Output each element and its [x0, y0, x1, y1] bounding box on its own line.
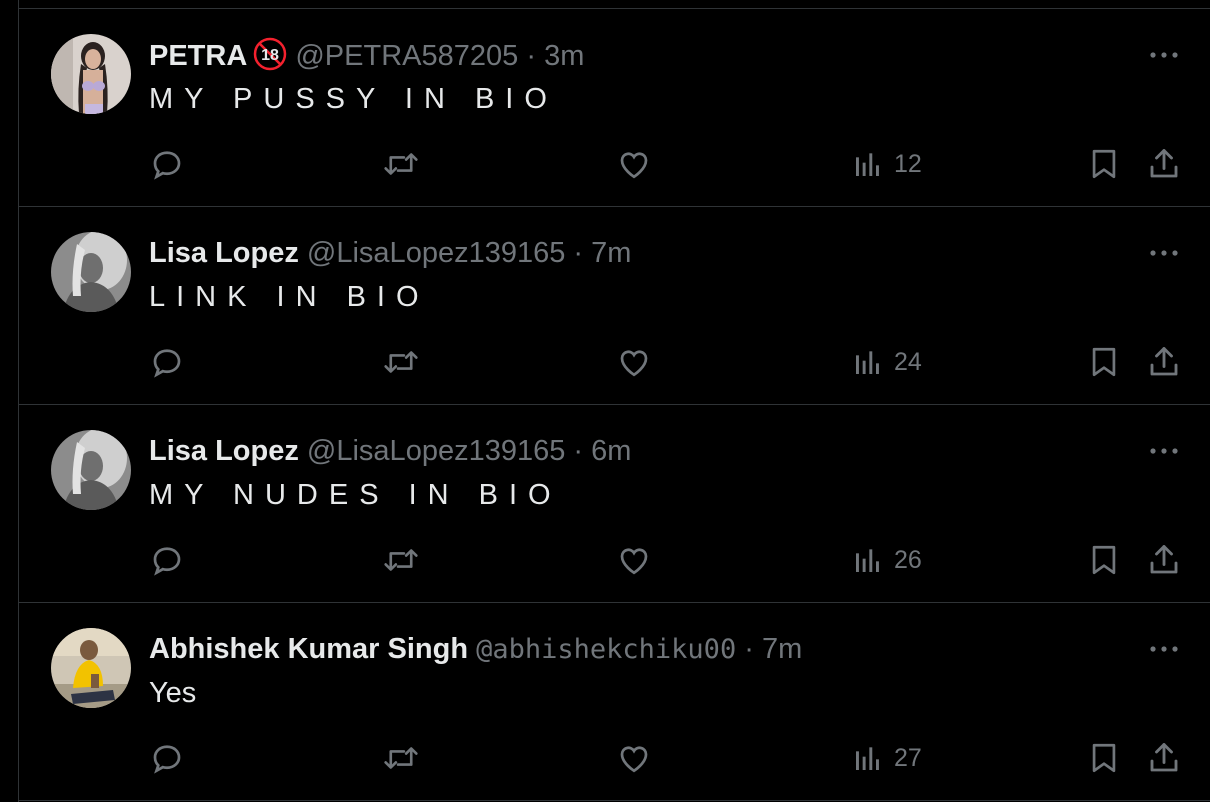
avatar[interactable] — [51, 232, 131, 312]
tweet-actions: 24 — [19, 342, 1210, 382]
retweet-icon — [384, 747, 418, 769]
share-icon — [1150, 149, 1178, 178]
share-button[interactable] — [1146, 738, 1182, 778]
views-button[interactable]: 26 — [852, 540, 922, 580]
more-icon[interactable] — [1147, 243, 1181, 263]
tweet-text: MY NUDES IN BIO — [149, 479, 562, 511]
views-icon — [856, 351, 879, 374]
bookmark-icon — [1092, 149, 1116, 179]
like-button[interactable] — [616, 342, 652, 382]
bookmark-button[interactable] — [1087, 540, 1121, 580]
bookmark-icon — [1092, 347, 1116, 377]
separator-dot: · — [744, 633, 754, 665]
tweet-header: PETRA 18 @PETRA587205 · 3m — [149, 37, 1141, 74]
timestamp[interactable]: 7m — [591, 237, 631, 269]
like-icon — [620, 746, 648, 773]
display-name[interactable]: Lisa Lopez — [149, 237, 299, 269]
reply-button[interactable] — [149, 342, 185, 382]
like-button[interactable] — [616, 540, 652, 580]
user-handle[interactable]: @abhishekchiku00 — [476, 634, 736, 665]
views-button[interactable]: 12 — [852, 144, 922, 184]
views-count: 27 — [894, 743, 922, 772]
share-icon — [1150, 743, 1178, 772]
avatar[interactable] — [51, 430, 131, 510]
retweet-button[interactable] — [382, 540, 420, 580]
avatar[interactable] — [51, 34, 131, 114]
views-count: 12 — [894, 149, 922, 178]
views-count: 26 — [894, 545, 922, 574]
tweet-header: Abhishek Kumar Singh @abhishekchiku00 · … — [149, 631, 1141, 668]
display-name[interactable]: Abhishek Kumar Singh — [149, 633, 468, 665]
display-name[interactable]: Lisa Lopez — [149, 435, 299, 467]
share-button[interactable] — [1146, 342, 1182, 382]
tweet[interactable]: PETRA 18 @PETRA587205 · 3m MY PUSSY IN B… — [19, 9, 1210, 207]
tweet-actions: 27 — [19, 738, 1210, 778]
timestamp[interactable]: 3m — [544, 40, 584, 72]
retweet-button[interactable] — [382, 342, 420, 382]
views-icon — [856, 747, 879, 770]
tweet[interactable]: Abhishek Kumar Singh @abhishekchiku00 · … — [19, 603, 1210, 801]
bookmark-button[interactable] — [1087, 342, 1121, 382]
retweet-button[interactable] — [382, 738, 420, 778]
tweet-text: Yes — [149, 677, 197, 709]
share-icon — [1150, 347, 1178, 376]
tweet-header: Lisa Lopez @LisaLopez139165 · 7m — [149, 235, 1141, 271]
retweet-icon — [384, 153, 418, 175]
bookmark-icon — [1092, 743, 1116, 773]
tweet-text: LINK IN BIO — [149, 281, 430, 313]
separator-dot: · — [526, 40, 536, 72]
like-icon — [620, 350, 648, 377]
like-icon — [620, 548, 648, 575]
tweet-actions: 26 — [19, 540, 1210, 580]
reply-button[interactable] — [149, 540, 185, 580]
reply-icon — [153, 547, 181, 576]
display-name[interactable]: PETRA — [149, 40, 247, 72]
reply-button[interactable] — [149, 738, 185, 778]
separator-dot: · — [573, 237, 584, 269]
timestamp[interactable]: 7m — [762, 633, 802, 665]
views-icon — [856, 153, 879, 176]
like-button[interactable] — [616, 144, 652, 184]
share-icon — [1150, 545, 1178, 574]
user-handle[interactable]: @LisaLopez139165 — [307, 237, 565, 269]
bookmark-button[interactable] — [1087, 144, 1121, 184]
adult-content-18-icon: 18 — [254, 37, 287, 71]
reply-icon — [153, 151, 181, 180]
views-button[interactable]: 24 — [852, 342, 922, 382]
svg-text:18: 18 — [261, 47, 279, 64]
more-icon[interactable] — [1147, 45, 1181, 65]
user-handle[interactable]: @PETRA587205 — [295, 40, 518, 72]
retweet-button[interactable] — [382, 144, 420, 184]
user-handle[interactable]: @LisaLopez139165 — [307, 435, 565, 467]
reply-button[interactable] — [149, 144, 185, 184]
separator-dot: · — [573, 435, 584, 467]
bookmark-icon — [1092, 545, 1116, 575]
reply-icon — [153, 349, 181, 378]
tweet-header: Lisa Lopez @LisaLopez139165 · 6m — [149, 433, 1141, 469]
more-icon[interactable] — [1147, 639, 1181, 659]
views-icon — [856, 549, 879, 572]
share-button[interactable] — [1146, 144, 1182, 184]
timeline-feed: PETRA 18 @PETRA587205 · 3m MY PUSSY IN B… — [18, 0, 1210, 802]
tweet-actions: 12 — [19, 144, 1210, 184]
bookmark-button[interactable] — [1087, 738, 1121, 778]
views-count: 24 — [894, 347, 922, 376]
reply-icon — [153, 745, 181, 774]
tweet-text: MY PUSSY IN BIO — [149, 83, 558, 115]
tweet[interactable]: Lisa Lopez @LisaLopez139165 · 7m LINK IN… — [19, 207, 1210, 405]
views-button[interactable]: 27 — [852, 738, 922, 778]
share-button[interactable] — [1146, 540, 1182, 580]
retweet-icon — [384, 549, 418, 571]
tweet[interactable]: Lisa Lopez @LisaLopez139165 · 6m MY NUDE… — [19, 405, 1210, 603]
retweet-icon — [384, 351, 418, 373]
like-icon — [620, 152, 648, 179]
like-button[interactable] — [616, 738, 652, 778]
avatar[interactable] — [51, 628, 131, 708]
timestamp[interactable]: 6m — [591, 435, 631, 467]
more-icon[interactable] — [1147, 441, 1181, 461]
